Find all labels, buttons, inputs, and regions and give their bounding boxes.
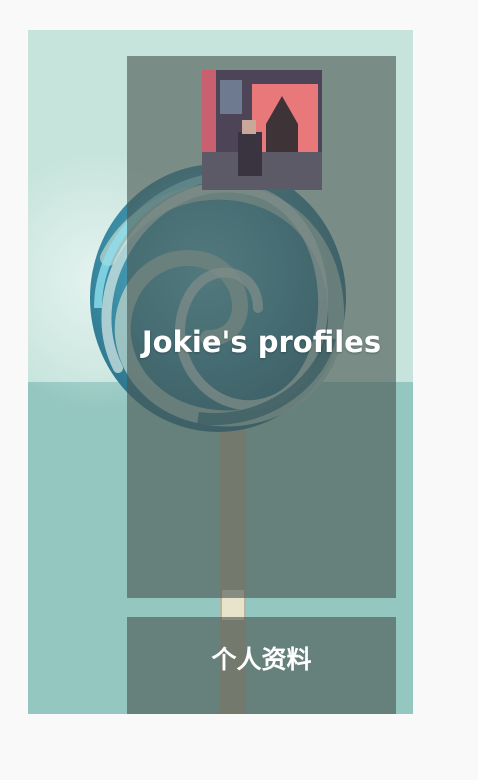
profile-title: Jokie's profiles [141,325,382,359]
avatar-photo-icon [202,70,322,190]
profile-card: Jokie's profiles 个人资料 [28,30,413,714]
personal-info-label[interactable]: 个人资料 [127,642,396,678]
avatar[interactable] [202,70,322,190]
